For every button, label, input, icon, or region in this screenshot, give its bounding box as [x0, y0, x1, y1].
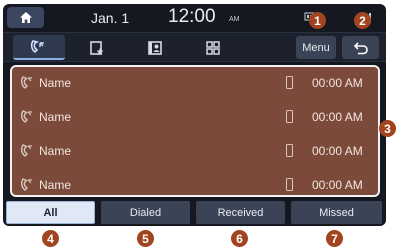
- clock-ampm: AM: [229, 16, 240, 23]
- clock-time: 12:00: [168, 6, 216, 27]
- status-bar: Jan. 1 12:00 AM: [3, 4, 386, 31]
- tab-recent-calls[interactable]: [13, 35, 65, 60]
- home-icon: [19, 12, 32, 23]
- recent-calls-icon: [30, 39, 44, 53]
- caller-name: Name: [39, 144, 72, 158]
- mobile-phone-icon: [286, 144, 293, 157]
- mobile-phone-icon: [286, 178, 293, 191]
- back-arrow-icon: [353, 41, 368, 54]
- callout-marker: 3: [379, 120, 396, 137]
- screen: Jan. 1 12:00 AM Menu Name 00:00 AM Name …: [0, 0, 396, 251]
- outgoing-call-icon: [20, 110, 32, 123]
- callout-marker: 4: [42, 230, 59, 247]
- recent-calls-list[interactable]: Name 00:00 AM Name 00:00 AM Name 00:00 A…: [10, 65, 380, 197]
- call-time: 00:00 AM: [312, 110, 363, 124]
- tab-keypad[interactable]: [187, 35, 239, 60]
- keypad-icon: [206, 40, 220, 55]
- filter-all-button[interactable]: All: [6, 201, 95, 224]
- date-display: Jan. 1: [91, 10, 130, 26]
- filter-received-button[interactable]: Received: [196, 201, 285, 224]
- callout-marker: 1: [309, 12, 326, 29]
- call-time: 00:00 AM: [312, 76, 363, 90]
- callout-marker: 6: [231, 230, 248, 247]
- call-time: 00:00 AM: [312, 144, 363, 158]
- call-log-row[interactable]: Name 00:00 AM: [12, 67, 378, 99]
- outgoing-call-icon: [20, 178, 32, 191]
- callout-marker: 2: [354, 12, 371, 29]
- mobile-phone-icon: [286, 110, 293, 123]
- favorites-icon: [90, 40, 104, 55]
- caller-name: Name: [39, 178, 72, 192]
- mobile-phone-icon: [286, 76, 293, 89]
- menu-button[interactable]: Menu: [296, 36, 336, 59]
- outgoing-call-icon: [20, 144, 32, 157]
- tab-contacts[interactable]: [129, 35, 181, 60]
- filter-missed-button[interactable]: Missed: [291, 201, 382, 224]
- back-button[interactable]: [342, 36, 379, 59]
- home-button[interactable]: [7, 7, 44, 28]
- caller-name: Name: [39, 110, 72, 124]
- tab-favorites[interactable]: [71, 35, 123, 60]
- callout-marker: 5: [137, 230, 154, 247]
- contacts-icon: [148, 40, 162, 55]
- outgoing-call-icon: [20, 76, 32, 89]
- phone-toolbar: Menu: [3, 32, 386, 62]
- caller-name: Name: [39, 76, 72, 90]
- call-log-row[interactable]: Name 00:00 AM: [12, 135, 378, 167]
- filter-dialed-button[interactable]: Dialed: [101, 201, 190, 224]
- call-filter-bar: All Dialed Received Missed: [3, 200, 386, 226]
- head-unit-display: Jan. 1 12:00 AM Menu Name 00:00 AM Name …: [3, 4, 386, 226]
- call-log-row[interactable]: Name 00:00 AM: [12, 101, 378, 133]
- callout-marker: 7: [326, 230, 343, 247]
- call-time: 00:00 AM: [312, 178, 363, 192]
- call-log-row[interactable]: Name 00:00 AM: [12, 169, 378, 195]
